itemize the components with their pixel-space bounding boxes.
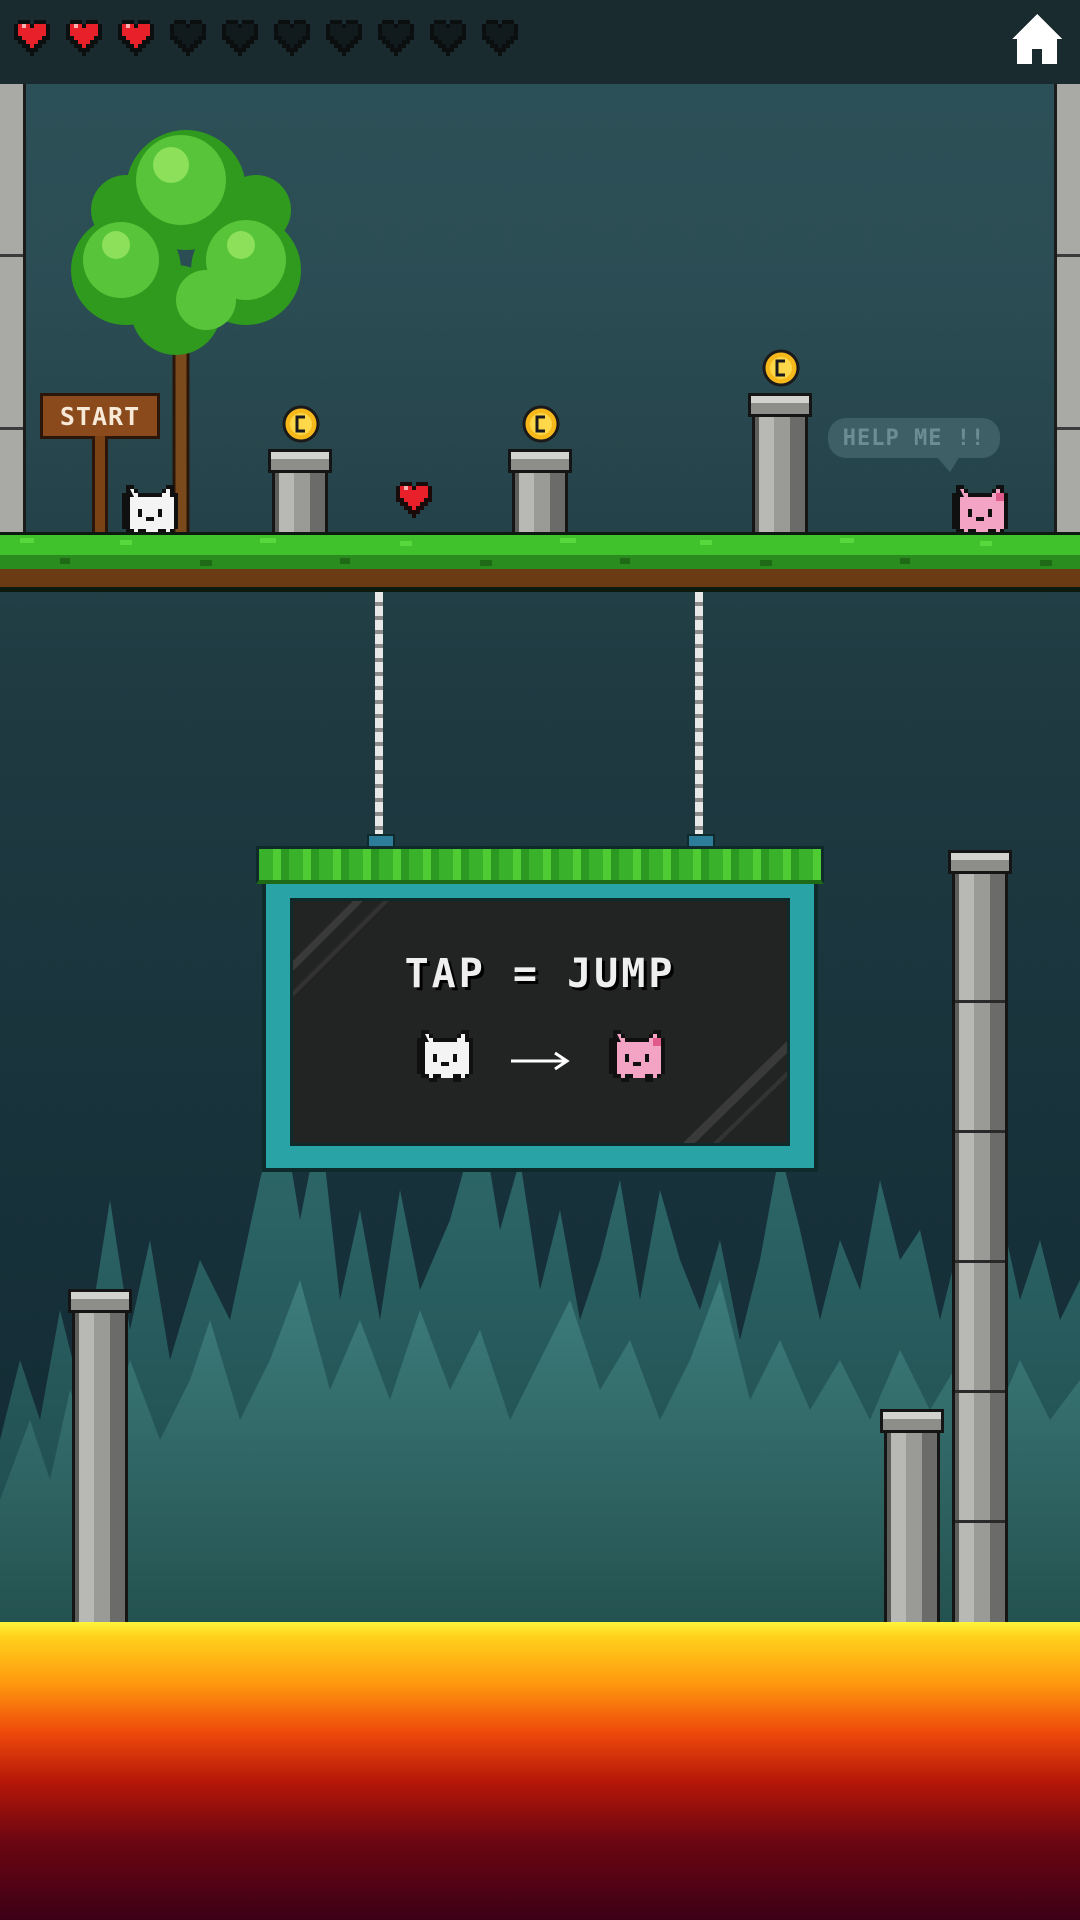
hanging-chain-right [695,592,703,842]
heart-empty-icon [274,20,310,56]
lava-hazard [0,1622,1080,1920]
tutorial-white-cat [417,1030,473,1082]
platform-pillar-2 [512,468,568,538]
lava-pillar-tall [952,870,1008,1630]
tutorial-pink-cat [609,1030,665,1082]
heart-full-icon [118,20,154,56]
heart-empty-icon [326,20,362,56]
speech-bubble-tail [936,456,960,472]
heart-full-icon [14,20,50,56]
health-hearts [14,16,526,60]
platform-pillar-1-cap [268,449,332,473]
heart-empty-icon [170,20,206,56]
coin-icon [282,405,320,443]
heart-empty-icon [430,20,466,56]
tutorial-board-grass [256,846,824,884]
heart-pickup-icon [396,482,432,518]
left-wall-pillar [0,84,26,544]
heart-empty-icon [378,20,414,56]
start-sign-label: START [59,401,141,431]
tutorial-board: TAP = JUMP [290,898,790,1146]
arrow-right-icon [511,1051,570,1071]
home-icon[interactable] [1012,14,1062,64]
heart-empty-icon [222,20,258,56]
coin-icon [522,405,560,443]
tutorial-instruction: TAP = JUMP [404,951,676,997]
lava-pillar-tall-cap [948,850,1012,874]
right-wall-pillar [1054,84,1080,544]
hanging-chain-left [375,592,383,842]
start-sign: START [40,393,160,439]
platform-pillar-3-cap [748,393,812,417]
lava-pillar-left-cap [68,1289,132,1313]
platform-pillar-1 [272,468,328,538]
glass-glare [293,901,787,1143]
coin-icon [762,349,800,387]
goal-pink-cat [952,485,1008,537]
heart-empty-icon [482,20,518,56]
player-white-cat [122,485,178,537]
lava-pillar-left [72,1308,128,1628]
platform-pillar-3 [752,412,808,538]
help-bubble-text: HELP ME !! [842,425,986,451]
start-sign-post [92,436,108,534]
lava-pillar-short-cap [880,1409,944,1433]
lava-pillar-short [884,1428,940,1628]
heart-full-icon [66,20,102,56]
grass-platform [0,532,1080,592]
platform-pillar-2-cap [508,449,572,473]
help-speech-bubble: HELP ME !! [828,418,1000,458]
